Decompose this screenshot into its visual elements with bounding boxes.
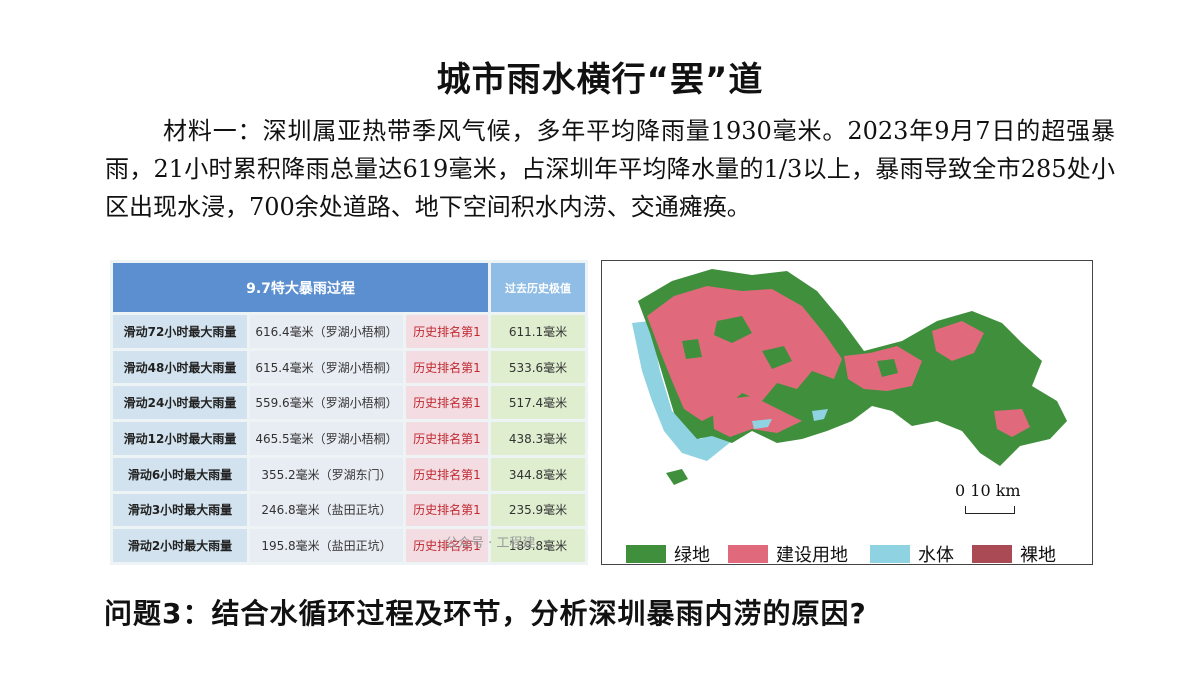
legend-item: 绿地 (626, 541, 710, 567)
map-legend: 绿地 建设用地 水体 裸地 (626, 541, 1088, 566)
material-paragraph: 材料一：深圳属亚热带季风气候，多年平均降雨量1930毫米。2023年9月7日的超… (105, 117, 1115, 221)
row-label: 滑动12小时最大雨量 (113, 422, 247, 455)
row-label: 滑动48小时最大雨量 (113, 350, 247, 384)
question-text: 问题3：结合水循环过程及环节，分析深圳暴雨内涝的原因? (104, 597, 867, 630)
table-header-main: 9.7特大暴雨过程 (113, 263, 488, 313)
table-header-hist: 过去历史极值 (491, 263, 585, 313)
row-label: 滑动3小时最大雨量 (113, 493, 247, 527)
row-hist: 517.4毫米 (491, 386, 585, 420)
row-hist: 611.1毫米 (491, 315, 585, 348)
row-rank: 历史排名第1 (406, 493, 488, 527)
legend-swatch (728, 545, 768, 563)
table-row: 滑动72小时最大雨量 616.4毫米（罗湖小梧桐） 历史排名第1 611.1毫米 (113, 315, 585, 348)
row-value: 355.2毫米（罗湖东门） (250, 457, 403, 491)
map-scale-label: 0 10 km (955, 481, 1021, 500)
row-rank: 历史排名第1 (406, 386, 488, 420)
row-label: 滑动72小时最大雨量 (113, 315, 247, 348)
legend-item: 裸地 (972, 541, 1056, 567)
row-hist: 344.8毫米 (491, 457, 585, 491)
row-value: 559.6毫米（罗湖小梧桐） (250, 386, 403, 420)
table-row: 滑动3小时最大雨量 246.8毫米（盐田正坑） 历史排名第1 235.9毫米 (113, 493, 585, 527)
legend-label: 绿地 (674, 545, 710, 566)
row-hist: 533.6毫米 (491, 350, 585, 384)
row-hist: 235.9毫米 (491, 493, 585, 527)
page-title: 城市雨水横行“罢”道 (436, 60, 764, 100)
table-row: 滑动12小时最大雨量 465.5毫米（罗湖小梧桐） 历史排名第1 438.3毫米 (113, 422, 585, 455)
row-value: 616.4毫米（罗湖小梧桐） (250, 315, 403, 348)
table-row: 滑动48小时最大雨量 615.4毫米（罗湖小梧桐） 历史排名第1 533.6毫米 (113, 350, 585, 384)
row-value: 246.8毫米（盐田正坑） (250, 493, 403, 527)
table-header-row: 9.7特大暴雨过程 过去历史极值 (113, 263, 585, 313)
watermark: 公众号 · 工程建 (445, 536, 536, 551)
legend-swatch (870, 545, 910, 563)
row-hist: 438.3毫米 (491, 422, 585, 455)
row-rank: 历史排名第1 (406, 457, 488, 491)
row-label: 滑动6小时最大雨量 (113, 457, 247, 491)
row-rank: 历史排名第1 (406, 422, 488, 455)
row-label: 滑动24小时最大雨量 (113, 386, 247, 420)
row-rank: 历史排名第1 (406, 315, 488, 348)
row-rank: 历史排名第1 (406, 350, 488, 384)
table-row: 滑动24小时最大雨量 559.6毫米（罗湖小梧桐） 历史排名第1 517.4毫米 (113, 386, 585, 420)
row-value: 195.8毫米（盐田正坑） (250, 529, 403, 562)
map-scale-bar (965, 506, 1015, 514)
legend-swatch (626, 545, 666, 563)
legend-label: 裸地 (1020, 545, 1056, 566)
legend-label: 水体 (918, 545, 954, 566)
legend-item: 建设用地 (728, 541, 848, 567)
legend-swatch (972, 545, 1012, 563)
rainfall-table-image: 9.7特大暴雨过程 过去历史极值 滑动72小时最大雨量 616.4毫米（罗湖小梧… (110, 260, 588, 565)
row-value: 615.4毫米（罗湖小梧桐） (250, 350, 403, 384)
land-use-map (601, 260, 1093, 565)
row-label: 滑动2小时最大雨量 (113, 529, 247, 562)
legend-item: 水体 (870, 541, 954, 567)
row-value: 465.5毫米（罗湖小梧桐） (250, 422, 403, 455)
map-island (666, 469, 688, 485)
shenzhen-map-graphic (632, 269, 1067, 485)
rainfall-table: 9.7特大暴雨过程 过去历史极值 滑动72小时最大雨量 616.4毫米（罗湖小梧… (110, 260, 588, 565)
table-row: 滑动6小时最大雨量 355.2毫米（罗湖东门） 历史排名第1 344.8毫米 (113, 457, 585, 491)
legend-label: 建设用地 (776, 545, 848, 566)
